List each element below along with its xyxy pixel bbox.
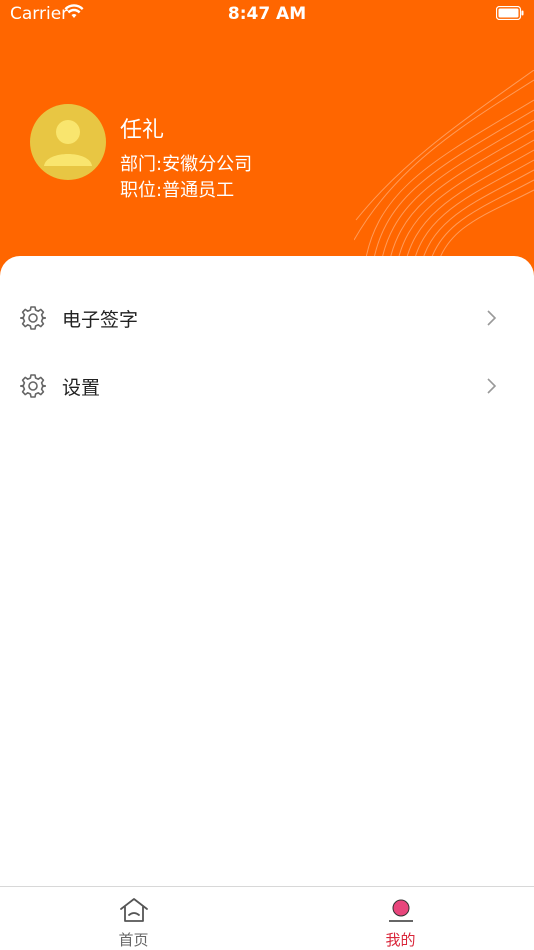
tab-mine[interactable]: 我的 xyxy=(267,887,534,950)
menu-card: 电子签字 设置 xyxy=(0,256,534,886)
tab-home[interactable]: 首页 xyxy=(0,887,267,950)
gear-icon xyxy=(20,374,46,398)
avatar[interactable] xyxy=(30,104,106,180)
user-name: 任礼 xyxy=(120,118,165,143)
home-icon xyxy=(120,898,148,922)
menu-item-label: 设置 xyxy=(62,377,101,399)
menu-item-settings[interactable]: 设置 xyxy=(0,356,534,416)
user-position: 职位:普通员工 xyxy=(120,180,235,201)
menu-item-e-signature[interactable]: 电子签字 xyxy=(0,288,534,348)
tab-bar: 首页 我的 xyxy=(0,886,534,950)
tab-mine-label: 我的 xyxy=(385,931,416,949)
chevron-right-icon xyxy=(487,310,497,326)
user-avatar-icon xyxy=(44,120,92,166)
chevron-right-icon xyxy=(487,378,497,394)
menu-item-label: 电子签字 xyxy=(62,309,139,331)
profile-icon xyxy=(389,899,413,922)
profile-header: Carrier 8:47 AM 任礼 部门:安徽分公司 职位:普通员工 xyxy=(0,0,534,290)
tab-home-label: 首页 xyxy=(118,931,149,949)
battery-icon xyxy=(496,6,524,20)
user-department: 部门:安徽分公司 xyxy=(120,154,253,175)
gear-icon xyxy=(20,306,46,330)
wave-decoration xyxy=(354,70,534,270)
status-time: 8:47 AM xyxy=(227,4,307,24)
status-bar: Carrier 8:47 AM xyxy=(0,0,534,28)
profile-screen: Carrier 8:47 AM 任礼 部门:安徽分公司 职位:普通员工 电子签字… xyxy=(0,0,534,950)
